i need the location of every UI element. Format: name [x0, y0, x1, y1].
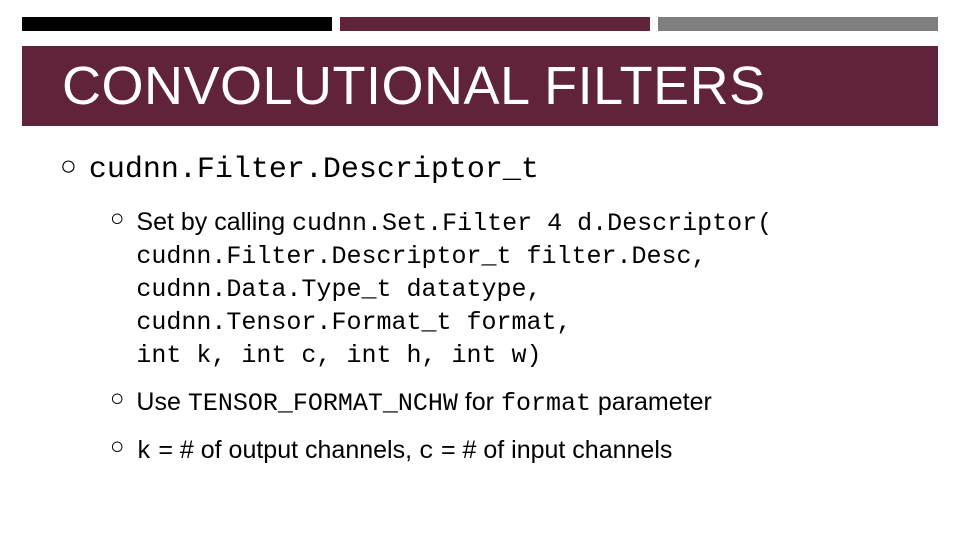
sub2-code: TENSOR_FORMAT_NCHW: [188, 389, 458, 418]
bullet-icon: ○: [60, 152, 77, 186]
bar-gap: [332, 17, 340, 31]
slide: CONVOLUTIONAL FILTERS ○ cudnn.Filter.Des…: [0, 0, 960, 540]
bullet-icon: ○: [110, 206, 124, 236]
decorative-top-bar: [22, 17, 938, 31]
sub3-k-text: = # of output channels,: [151, 436, 419, 464]
title-band: CONVOLUTIONAL FILTERS: [22, 46, 938, 126]
bar-segment-maroon: [340, 17, 650, 31]
slide-title: CONVOLUTIONAL FILTERS: [62, 55, 766, 117]
bullet-sub-1: ○ Set by calling cudnn.Set.Filter 4 d.De…: [110, 206, 920, 372]
sub2-pre: Use: [136, 388, 187, 416]
slide-content: ○ cudnn.Filter.Descriptor_t ○ Set by cal…: [60, 152, 920, 482]
bullet-sub-2-body: Use TENSOR_FORMAT_NCHW for format parame…: [136, 386, 711, 420]
bullet-icon: ○: [110, 434, 124, 464]
bullet-main-text: cudnn.Filter.Descriptor_t: [89, 152, 539, 188]
sub2-post: parameter: [591, 388, 712, 416]
bar-gap: [650, 17, 658, 31]
sub3-k: k: [136, 437, 151, 466]
sub1-lead: Set by calling: [136, 208, 292, 236]
bullet-sub-3-body: k = # of output channels, c = # of input…: [136, 434, 672, 468]
sub2-param: format: [501, 389, 591, 418]
bar-segment-grey: [658, 17, 938, 31]
bullet-sub-2: ○ Use TENSOR_FORMAT_NCHW for format para…: [110, 386, 920, 420]
sub1-code-call: cudnn.Set.Filter 4 d.Descriptor(: [292, 209, 772, 238]
sub3-c: c: [419, 437, 434, 466]
bar-segment-dark: [22, 17, 332, 31]
bullet-main: ○ cudnn.Filter.Descriptor_t: [60, 152, 920, 188]
bullet-sub-1-body: Set by calling cudnn.Set.Filter 4 d.Desc…: [136, 206, 772, 372]
sub3-c-text: = # of input channels: [434, 436, 672, 464]
sub2-mid: for: [458, 388, 501, 416]
bullet-sub-3: ○ k = # of output channels, c = # of inp…: [110, 434, 920, 468]
bullet-icon: ○: [110, 386, 124, 416]
sub1-code-block: cudnn.Filter.Descriptor_t filter.Desc, c…: [136, 240, 772, 372]
